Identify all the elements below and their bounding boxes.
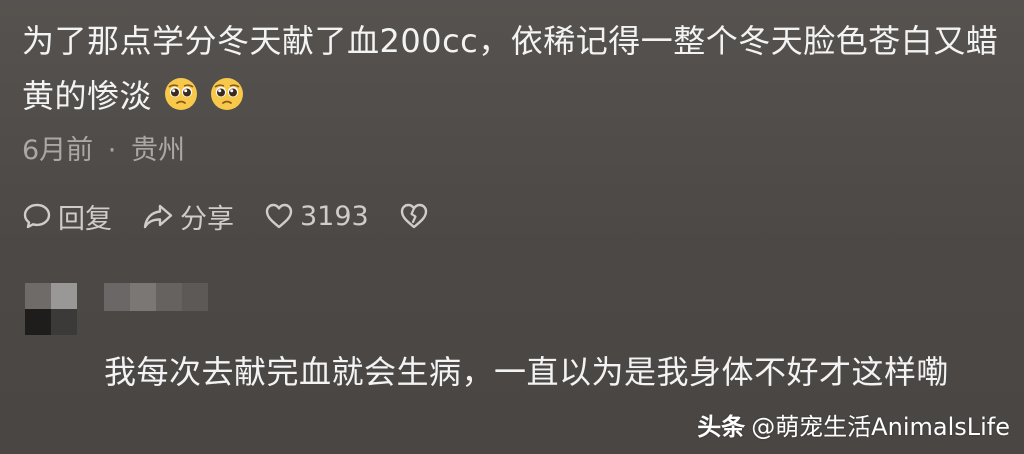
share-label: 分享 — [180, 203, 234, 235]
pleading-face-icon — [165, 78, 198, 110]
comment-meta: 6月前 · 贵州 — [22, 128, 185, 167]
reply-text: 我每次去献完血就会生病，一直以为是我身体不好才这样嘞 — [104, 353, 950, 391]
chat-bubble-icon — [23, 203, 51, 229]
comment-body: 为了那点学分冬天献了血200cc，依稀记得一整个冬天脸色苍白又蜡黄的惨淡 — [22, 14, 1012, 124]
reply-button[interactable]: 回复 — [22, 197, 112, 236]
comment-actions: 回复 分享 3193 — [22, 196, 459, 236]
avatar[interactable] — [25, 283, 77, 335]
comment: 为了那点学分冬天献了血200cc，依稀记得一整个冬天脸色苍白又蜡黄的惨淡 — [22, 14, 1012, 124]
username-pixelated[interactable] — [104, 283, 208, 311]
reply-body: 我每次去献完血就会生病，一直以为是我身体不好才这样嘞 — [104, 344, 1014, 400]
reply-label: 回复 — [58, 203, 112, 235]
share-button[interactable]: 分享 — [142, 197, 234, 236]
watermark: 头条 @萌宠生活AnimalsLife — [697, 407, 1010, 442]
dislike-button[interactable] — [399, 201, 429, 231]
broken-heart-icon — [400, 203, 427, 229]
comment-time: 6月前 — [22, 135, 94, 166]
like-button[interactable]: 3193 — [264, 201, 369, 232]
comment-location: 贵州 — [130, 135, 185, 166]
like-count: 3193 — [300, 200, 369, 232]
comment-screenshot: 为了那点学分冬天献了血200cc，依稀记得一整个冬天脸色苍白又蜡黄的惨淡 6月前… — [0, 0, 1024, 454]
watermark-brand: 头条 — [697, 413, 746, 441]
watermark-account: @萌宠生活AnimalsLife — [751, 413, 1010, 441]
meta-separator: · — [107, 135, 117, 166]
heart-icon — [265, 203, 293, 229]
pleading-face-icon — [211, 78, 244, 110]
share-arrow-icon — [143, 204, 173, 229]
